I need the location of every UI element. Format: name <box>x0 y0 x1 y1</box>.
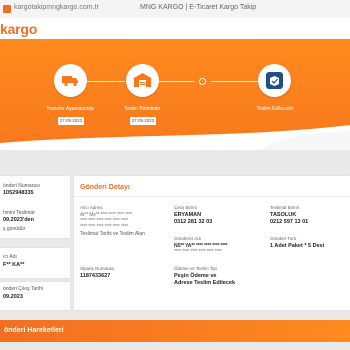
step-delivered-label: Teslim Edilecekti <box>256 106 294 112</box>
step-delivery-unit-label: Teslim Biriminde <box>123 106 161 112</box>
out-unit-label: Çıkış Birimi <box>174 205 197 210</box>
step-transfer-label: Transfer Aşamasında <box>46 106 94 112</box>
step-transfer-date: 27.09.2023 <box>58 117 84 125</box>
step-intermediate-dot <box>199 78 206 85</box>
tracking-number-label: önderi Numarası <box>3 183 40 189</box>
payment-type-value: Peşin Ödeme ve <box>174 273 217 279</box>
sidebar-recipient-card: ıcı Adı F** KA** <box>0 248 70 278</box>
shipment-movements-bar[interactable]: önderi Hareketleri <box>0 320 350 342</box>
step-delivery-unit-circle <box>126 64 159 97</box>
dispatch-date-value: 09.2023 <box>3 294 23 300</box>
address-bar-url[interactable]: kargotakipmngkargo.com.tr <box>14 4 99 11</box>
delivery-unit-label: Teslimat Birimi <box>270 205 300 210</box>
payment-type-value-2: Adrese Teslim Edilecek <box>174 280 236 286</box>
hero-swoosh-decoration <box>0 125 350 150</box>
shipment-movements-title: önderi Hareketleri <box>4 327 64 334</box>
order-number-label: Sipariş Numarası <box>80 266 115 271</box>
estimated-delivery-value: 09.2023'den <box>3 217 34 223</box>
delivered-box-icon <box>266 72 283 89</box>
sender-name-line: **** **** **** **** **** **** <box>174 249 222 255</box>
estimated-delivery-label: hmini Teslimat <box>3 210 35 216</box>
out-unit-value: ERYAMAN <box>174 212 202 218</box>
shipment-detail-card: Gönderi Detayı Alıcı Adresi Ar** Me** **… <box>74 176 350 310</box>
progress-line-1 <box>85 81 125 82</box>
recipient-address-label: Alıcı Adresi <box>80 205 103 210</box>
tracking-number-value: 1052948335 <box>3 190 34 196</box>
browser-bar: kargotakipmngkargo.com.tr MNG KARGO | E-… <box>0 0 350 19</box>
step-delivery-unit-date: 27.09.2023 <box>130 117 156 125</box>
order-number-value: 1187433627 <box>80 273 111 279</box>
progress-line-2 <box>159 81 195 82</box>
site-favicon-icon <box>3 5 11 13</box>
recipient-name-label: ıcı Adı <box>3 254 17 260</box>
sidebar-tracking-card: önderi Numarası 1052948335 hmini Teslima… <box>0 176 70 238</box>
step-transfer-circle <box>54 64 87 97</box>
delivery-date-receiver-label: Teslimat Tarihi ve Teslim Alan <box>80 231 145 237</box>
out-unit-phone: 0312 281 32 03 <box>174 219 213 225</box>
sender-name-label: Gönderici Adı <box>174 236 202 241</box>
shipment-detail-title: Gönderi Detayı <box>80 184 130 191</box>
progress-line-3 <box>211 81 258 82</box>
warehouse-icon <box>134 73 151 87</box>
recipient-address-line: **** **** **** **** **** **** <box>80 224 128 230</box>
estimated-delivery-note: ş günüdür <box>3 226 26 232</box>
detail-divider <box>74 196 350 197</box>
payment-type-label: Ödeme ve Teslim Tipi <box>174 266 217 271</box>
step-delivered-circle <box>258 64 291 97</box>
truck-icon <box>62 76 78 87</box>
recipient-name-value: F** KA** <box>3 262 25 268</box>
page-tab-title: MNG KARGO | E-Ticaret Kargo Takip <box>140 4 257 11</box>
sidebar-dispatch-card: önderi Çıkış Tarihi 09.2023 <box>0 282 70 310</box>
delivery-unit-value: TASOLUK <box>270 212 297 218</box>
delivery-unit-phone: 0212 597 13 01 <box>270 219 309 225</box>
tracking-progress-hero: Transfer Aşamasında 27.09.2023 Teslim Bi… <box>0 39 350 150</box>
shipment-type-label: Gönderi Türü <box>270 236 297 241</box>
shipment-type-value: 1 Adet Paket * 5 Desi <box>270 243 325 249</box>
dispatch-date-label: önderi Çıkış Tarihi <box>3 286 43 292</box>
mng-kargo-logo[interactable]: kargo <box>0 21 37 37</box>
site-header: kargo <box>0 18 350 39</box>
